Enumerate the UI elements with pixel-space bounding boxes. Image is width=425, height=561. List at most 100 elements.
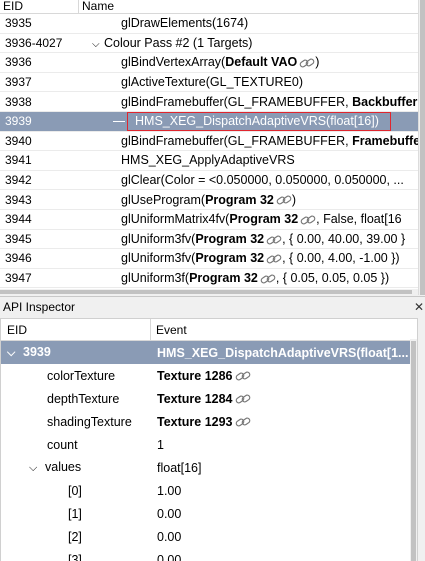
param-name: colorTexture	[47, 368, 116, 383]
link-icon[interactable]	[266, 235, 282, 245]
event-eid: 3943	[5, 192, 32, 207]
param-name: depthTexture	[47, 391, 120, 406]
chevron-down-icon[interactable]: ⌵	[29, 462, 45, 475]
event-eid: 3936	[5, 55, 32, 70]
event-eid: 3940	[5, 133, 32, 148]
event-eid: 3947	[5, 271, 32, 286]
link-icon[interactable]	[235, 417, 251, 427]
event-column-header[interactable]: Event	[151, 319, 187, 341]
event-row[interactable]: 3940 glBindFramebuffer(GL_FRAMEBUFFER, F…	[0, 132, 418, 152]
event-eid: 3941	[5, 153, 32, 168]
api-call-name: HMS_XEG_DispatchAdaptiveVRS(float[1...	[157, 345, 409, 360]
param-row[interactable]: shadingTexture Texture 1293	[1, 410, 417, 433]
chevron-down-icon[interactable]: ⌵	[92, 39, 104, 50]
event-eid: 3936-4027	[5, 35, 63, 50]
param-name: count	[47, 437, 78, 452]
event-row[interactable]: 3946 glUniform3fv(Program 32, { 0.00, 4.…	[0, 249, 418, 269]
api-call-row-selected[interactable]: ⌵ 3939 HMS_XEG_DispatchAdaptiveVRS(float[…	[1, 341, 417, 364]
event-name: glActiveTexture(GL_TEXTURE0)	[121, 75, 304, 90]
param-row[interactable]: colorTexture Texture 1286	[1, 364, 417, 387]
event-row[interactable]: 3937 glActiveTexture(GL_TEXTURE0)	[0, 73, 418, 93]
api-inspector-header: EID Event	[1, 319, 417, 341]
event-row-colour-pass[interactable]: 3936-4027 ⌵ Colour Pass #2 (1 Targets)	[0, 34, 418, 54]
event-eid: 3939	[5, 114, 32, 129]
event-row[interactable]: 3947 glUniform3f(Program 32, { 0.05, 0.0…	[0, 269, 418, 289]
array-index: [3]	[68, 552, 82, 561]
event-browser-header: EID Name	[0, 0, 418, 14]
event-name: HMS_XEG_DispatchAdaptiveVRS(float[16])	[80, 114, 418, 128]
param-value: Texture 1286	[157, 368, 233, 383]
array-element-row[interactable]: [2] 0.00	[1, 525, 417, 548]
event-name: glBindFramebuffer(GL_FRAMEBUFFER, Frameb…	[121, 133, 418, 148]
event-name: glUniform3fv(Program 32, { 0.00, 4.00, -…	[121, 251, 400, 266]
array-index: [0]	[68, 483, 82, 498]
param-value: Texture 1293	[157, 414, 233, 429]
event-row[interactable]: 3936 glBindVertexArray(Default VAO)	[0, 53, 418, 73]
tree-connector	[113, 121, 125, 123]
param-row[interactable]: count 1	[1, 433, 417, 456]
param-name: shadingTexture	[47, 414, 132, 429]
event-eid: 3944	[5, 212, 32, 227]
param-row[interactable]: depthTexture Texture 1284	[1, 387, 417, 410]
param-row-values[interactable]: ⌵ values float[16]	[1, 456, 417, 479]
event-name: glUniformMatrix4fv(Program 32, False, fl…	[121, 212, 402, 227]
eid-column-header[interactable]: EID	[1, 319, 151, 340]
param-value: float[16]	[157, 460, 202, 475]
event-name: glBindVertexArray(Default VAO)	[121, 55, 320, 70]
event-eid: 3937	[5, 75, 32, 90]
event-name: glDrawElements(1674)	[121, 16, 249, 31]
event-eid: 3938	[5, 94, 32, 109]
api-inspector-tree: EID Event ⌵ 3939 HMS_XEG_DispatchAdaptive…	[0, 318, 418, 561]
link-icon[interactable]	[235, 394, 251, 404]
link-icon[interactable]	[276, 195, 292, 205]
event-eid: 3935	[5, 16, 32, 31]
event-row[interactable]: 3935 glDrawElements(1674)	[0, 14, 418, 34]
event-name: glUniform3f(Program 32, { 0.05, 0.05, 0.…	[121, 271, 390, 286]
array-value: 0.00	[157, 529, 182, 544]
array-index: [1]	[68, 506, 82, 521]
param-value: 1	[157, 437, 164, 452]
event-name: ⌵ Colour Pass #2 (1 Targets)	[92, 35, 253, 50]
array-value: 1.00	[157, 483, 182, 498]
close-icon[interactable]: ✕	[414, 300, 424, 314]
link-icon[interactable]	[299, 58, 315, 68]
array-element-row[interactable]: [0] 1.00	[1, 479, 417, 502]
event-list: 3935 glDrawElements(1674) 3936-4027 ⌵ Col…	[0, 14, 418, 289]
array-value: 0.00	[157, 506, 182, 521]
array-value: 0.00	[157, 552, 182, 561]
event-row-selected[interactable]: 3939 HMS_XEG_DispatchAdaptiveVRS(float[1…	[0, 111, 418, 132]
link-icon[interactable]	[266, 254, 282, 264]
scrollbar-thumb[interactable]	[420, 0, 425, 295]
event-row[interactable]: 3941 HMS_XEG_ApplyAdaptiveVRS	[0, 151, 418, 171]
array-index: [2]	[68, 529, 82, 544]
event-row[interactable]: 3945 glUniform3fv(Program 32, { 0.00, 40…	[0, 230, 418, 250]
event-browser: EID Name 3935 glDrawElements(1674) 3936-…	[0, 0, 425, 295]
param-value: Texture 1284	[157, 391, 233, 406]
event-row[interactable]: 3942 glClear(Color = <0.050000, 0.050000…	[0, 171, 418, 191]
scrollbar-thumb[interactable]	[0, 290, 412, 294]
eid-column-header[interactable]: EID	[0, 0, 79, 13]
event-browser-hscrollbar[interactable]	[0, 289, 418, 295]
array-element-row[interactable]: [1] 0.00	[1, 502, 417, 525]
event-browser-vscrollbar[interactable]	[418, 0, 425, 295]
event-name: glBindFramebuffer(GL_FRAMEBUFFER, Backbu…	[121, 94, 418, 109]
event-row[interactable]: 3943 glUseProgram(Program 32)	[0, 190, 418, 210]
link-icon[interactable]	[235, 371, 251, 381]
link-icon[interactable]	[260, 274, 276, 284]
event-name: HMS_XEG_ApplyAdaptiveVRS	[121, 153, 295, 168]
scrollbar-thumb[interactable]	[411, 341, 416, 561]
panel-title: API Inspector ✕	[0, 297, 425, 318]
event-row[interactable]: 3944 glUniformMatrix4fv(Program 32, Fals…	[0, 210, 418, 230]
event-eid: 3945	[5, 231, 32, 246]
api-inspector-vscrollbar[interactable]	[410, 339, 417, 561]
event-eid: 3946	[5, 251, 32, 266]
name-column-header[interactable]: Name	[79, 0, 114, 13]
event-name: glUseProgram(Program 32)	[121, 192, 297, 207]
api-inspector-panel: API Inspector ✕ EID Event ⌵ 3939 HMS_XEG_…	[0, 296, 425, 561]
chevron-down-icon[interactable]: ⌵	[7, 347, 23, 360]
array-element-row[interactable]: [3] 0.00	[1, 548, 417, 561]
event-row[interactable]: 3938 glBindFramebuffer(GL_FRAMEBUFFER, B…	[0, 92, 418, 112]
link-icon[interactable]	[300, 215, 316, 225]
event-name: glClear(Color = <0.050000, 0.050000, 0.0…	[121, 173, 404, 188]
event-name: glUniform3fv(Program 32, { 0.00, 40.00, …	[121, 231, 406, 246]
